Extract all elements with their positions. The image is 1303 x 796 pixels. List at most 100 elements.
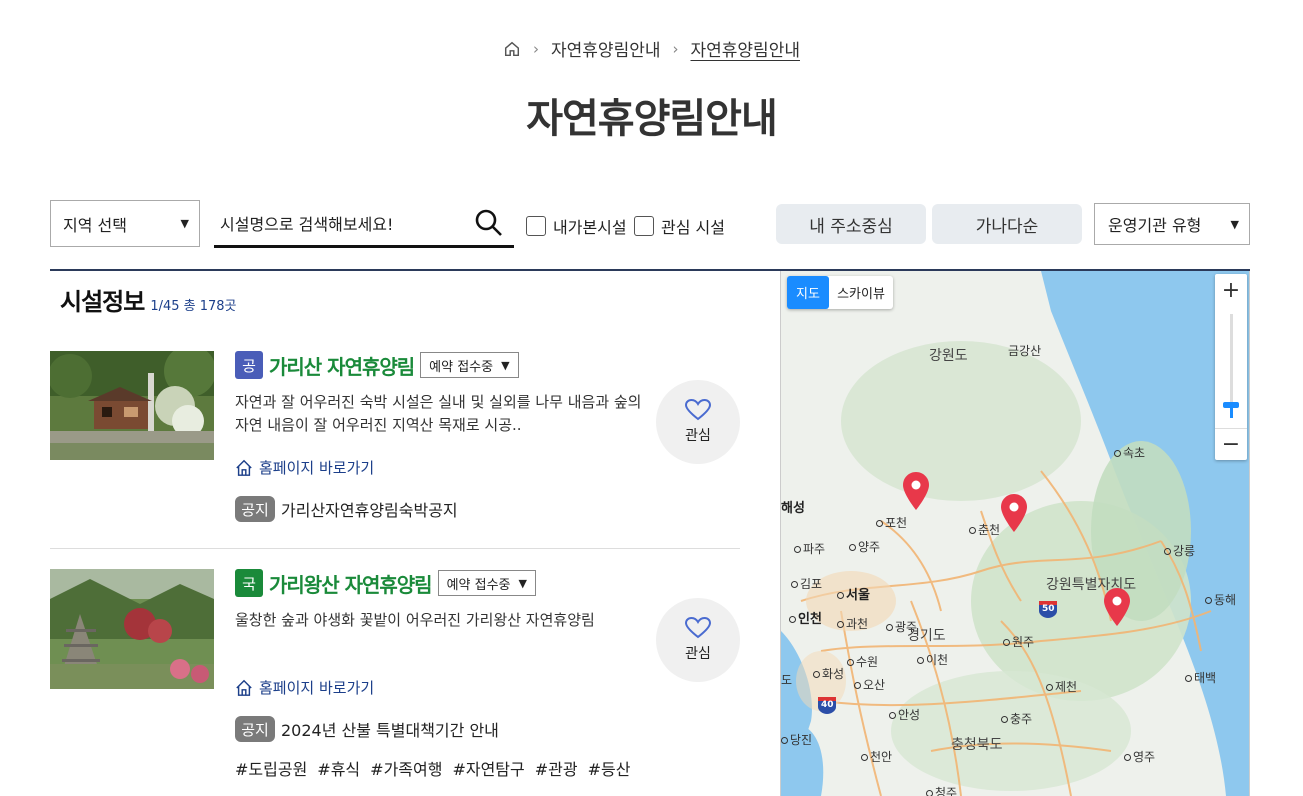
favorite-button[interactable]: 관심 bbox=[656, 380, 740, 464]
notice-tag: 공지 bbox=[235, 496, 275, 522]
map-marker-icon[interactable] bbox=[901, 471, 931, 511]
breadcrumb-level1[interactable]: 자연휴양림안내 bbox=[551, 36, 660, 61]
highway-number: 50 bbox=[1042, 604, 1055, 614]
map-label: 김포 bbox=[791, 575, 822, 592]
divider bbox=[50, 548, 740, 549]
caret-down-icon: ▼ bbox=[518, 576, 527, 590]
tag-list: #도립공원 #휴식 #가족여행 #자연탐구 #관광 #등산 bbox=[235, 756, 655, 780]
reservation-status[interactable]: 예약 접수중 ▼ bbox=[420, 352, 519, 378]
org-type-badge: 공 bbox=[235, 351, 263, 379]
homepage-link[interactable]: 홈페이지 바로가기 bbox=[235, 457, 655, 478]
map-label: 화성 bbox=[813, 665, 844, 682]
hashtag[interactable]: #가족여행 bbox=[370, 756, 442, 780]
favorite-checkbox[interactable]: 관심 시설 bbox=[634, 214, 725, 238]
facility-name[interactable]: 가리산 자연휴양림 bbox=[269, 351, 415, 380]
region-select[interactable]: 지역 선택 ▼ bbox=[50, 200, 200, 247]
map-label: 당진 bbox=[781, 731, 812, 748]
map-label: 해성 bbox=[781, 501, 805, 516]
map-label: 도 bbox=[781, 673, 793, 687]
zoom-control: + − bbox=[1215, 274, 1247, 460]
map-marker-icon[interactable] bbox=[999, 493, 1029, 533]
facility-photo[interactable] bbox=[50, 351, 214, 460]
list-header: 시설정보 1/45 총 178곳 bbox=[60, 282, 237, 317]
map-label: 이천 bbox=[917, 651, 948, 668]
zoom-in-button[interactable]: + bbox=[1215, 274, 1247, 306]
checkbox-icon[interactable] bbox=[526, 216, 546, 236]
heart-icon bbox=[685, 617, 711, 639]
favorite-label: 관심 bbox=[685, 646, 711, 662]
notice[interactable]: 공지 가리산자연휴양림숙박공지 bbox=[235, 496, 655, 522]
facility-name[interactable]: 가리왕산 자연휴양림 bbox=[269, 569, 433, 598]
map-label: 태백 bbox=[1185, 669, 1216, 686]
map-label: 강릉 bbox=[1164, 542, 1195, 559]
reservation-status-label: 예약 접수중 bbox=[446, 577, 511, 593]
org-type-badge: 국 bbox=[235, 569, 263, 597]
map-label: 양주 bbox=[849, 538, 880, 555]
search-icon[interactable] bbox=[474, 208, 504, 238]
homepage-link[interactable]: 홈페이지 바로가기 bbox=[235, 677, 655, 698]
zoom-out-button[interactable]: − bbox=[1215, 428, 1247, 460]
search-placeholder: 시설명으로 검색해보세요! bbox=[220, 214, 394, 234]
reservation-status-label: 예약 접수중 bbox=[429, 359, 494, 375]
map-label: 경기도 bbox=[907, 628, 946, 644]
favorite-checkbox-label: 관심 시설 bbox=[661, 218, 725, 237]
list-item[interactable]: 국 가리왕산 자연휴양림 예약 접수중 ▼ 울창한 숲과 야생화 꽃밭이 어우러… bbox=[50, 569, 740, 796]
notice[interactable]: 공지 2024년 산불 특별대책기간 안내 bbox=[235, 716, 655, 742]
checkbox-icon[interactable] bbox=[634, 216, 654, 236]
notice-text[interactable]: 2024년 산불 특별대책기간 안내 bbox=[281, 717, 499, 741]
search-input[interactable]: 시설명으로 검색해보세요! bbox=[214, 200, 514, 248]
hashtag[interactable]: #도립공원 bbox=[235, 756, 307, 780]
hashtag[interactable]: #휴식 bbox=[317, 756, 360, 780]
breadcrumb-current[interactable]: 자연휴양림안내 bbox=[691, 36, 800, 61]
map-label: 동해 bbox=[1205, 591, 1236, 608]
caret-down-icon: ▼ bbox=[501, 358, 510, 372]
map-type-toggle: 지도 스카이뷰 bbox=[787, 276, 893, 309]
favorite-button[interactable]: 관심 bbox=[656, 598, 740, 682]
list-title: 시설정보 bbox=[60, 288, 145, 316]
visited-checkbox[interactable]: 내가본시설 bbox=[526, 214, 627, 238]
org-type-select-value: 운영기관 유형 bbox=[1108, 216, 1202, 235]
heart-icon bbox=[685, 399, 711, 421]
map-label: 충청북도 bbox=[951, 737, 1003, 753]
chevron-right-icon: › bbox=[672, 39, 679, 58]
map-label: 제천 bbox=[1046, 678, 1077, 695]
chevron-down-icon: ▼ bbox=[180, 217, 189, 230]
list-count: 1/45 총 178곳 bbox=[150, 299, 237, 314]
map-type-map-button[interactable]: 지도 bbox=[787, 276, 829, 309]
map-label: 오산 bbox=[854, 676, 885, 693]
notice-text[interactable]: 가리산자연휴양림숙박공지 bbox=[281, 497, 458, 521]
reservation-status[interactable]: 예약 접수중 ▼ bbox=[437, 570, 536, 596]
sort-alpha-button[interactable]: 가나다순 bbox=[932, 204, 1082, 244]
hashtag[interactable]: #관광 bbox=[535, 756, 578, 780]
map-label: 천안 bbox=[861, 748, 892, 765]
map[interactable]: 지도 스카이뷰 + − 강원도 금강산 속초 해성 포천 춘천 파주 양주 강릉… bbox=[780, 271, 1250, 796]
list-item[interactable]: 공 가리산 자연휴양림 예약 접수중 ▼ 자연과 잘 어우러진 숙박 시설은 실… bbox=[50, 351, 740, 541]
map-label: 충주 bbox=[1001, 710, 1032, 727]
notice-tag: 공지 bbox=[235, 716, 275, 742]
hashtag[interactable]: #자연탐구 bbox=[452, 756, 524, 780]
map-label: 수원 bbox=[847, 653, 878, 670]
visited-checkbox-label: 내가본시설 bbox=[553, 218, 627, 237]
facility-photo[interactable] bbox=[50, 569, 214, 689]
map-marker-icon[interactable] bbox=[1102, 587, 1132, 627]
chevron-right-icon: › bbox=[533, 39, 540, 58]
sort-near-me-button[interactable]: 내 주소중심 bbox=[776, 204, 926, 244]
homepage-link-label: 홈페이지 바로가기 bbox=[259, 679, 375, 697]
hashtag[interactable]: #등산 bbox=[588, 756, 631, 780]
region-select-value: 지역 선택 bbox=[63, 215, 127, 235]
breadcrumb: › 자연휴양림안내 › 자연휴양림안내 bbox=[0, 36, 1303, 61]
facility-description: 울창한 숲과 야생화 꽃밭이 어우러진 가리왕산 자연휴양림 bbox=[235, 611, 595, 629]
zoom-slider-handle[interactable] bbox=[1223, 402, 1239, 408]
facility-info: 공 가리산 자연휴양림 예약 접수중 ▼ 자연과 잘 어우러진 숙박 시설은 실… bbox=[235, 351, 655, 522]
facility-info: 국 가리왕산 자연휴양림 예약 접수중 ▼ 울창한 숲과 야생화 꽃밭이 어우러… bbox=[235, 569, 655, 780]
org-type-select[interactable]: 운영기관 유형 ▼ bbox=[1094, 203, 1250, 245]
home-icon[interactable] bbox=[503, 40, 521, 58]
chevron-down-icon: ▼ bbox=[1230, 217, 1239, 231]
map-label: 포천 bbox=[876, 514, 907, 531]
filter-bar: 지역 선택 ▼ 시설명으로 검색해보세요! 내가본시설 관심 시설 내 주소중심… bbox=[50, 200, 1250, 248]
map-label: 원주 bbox=[1003, 633, 1034, 650]
map-label: 안성 bbox=[889, 706, 920, 723]
map-type-skyview-button[interactable]: 스카이뷰 bbox=[829, 276, 893, 309]
homepage-link-label: 홈페이지 바로가기 bbox=[259, 459, 375, 477]
map-label: 청주 bbox=[926, 784, 957, 796]
